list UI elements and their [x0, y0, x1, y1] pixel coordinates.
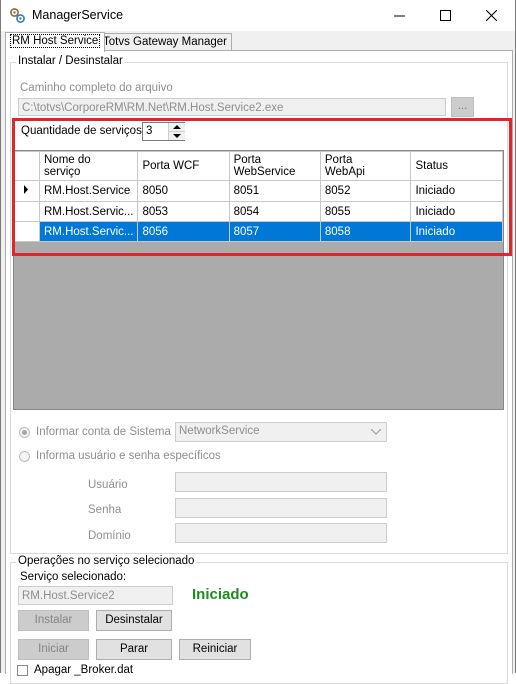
- password-label: Senha: [88, 504, 122, 516]
- chevron-down-icon: [173, 134, 181, 138]
- spin-down-button[interactable]: [168, 132, 185, 140]
- domain-field[interactable]: [175, 523, 387, 543]
- header-line: Nome do: [44, 154, 91, 166]
- spin-up-button[interactable]: [168, 123, 185, 132]
- tab-label: Totvs Gateway Manager: [103, 36, 228, 48]
- qty-spinner[interactable]: 3: [142, 122, 185, 141]
- tab-strip: RM Host Service Totvs Gateway Manager: [1, 31, 515, 52]
- cell-status[interactable]: Iniciado: [410, 201, 503, 222]
- custom-account-label: Informa usuário e senha específicos: [36, 450, 221, 462]
- minimize-icon: [393, 15, 405, 17]
- system-account-value: NetworkService: [179, 425, 260, 437]
- cell-wcf[interactable]: 8056: [137, 221, 230, 242]
- cell-status[interactable]: Iniciado: [410, 221, 503, 242]
- cell-status[interactable]: Iniciado: [410, 180, 503, 202]
- row-header[interactable]: [14, 180, 40, 202]
- browse-button[interactable]: ...: [451, 97, 474, 117]
- corner-header: [14, 151, 40, 181]
- cell-name[interactable]: RM.Host.Servic...: [38, 201, 139, 222]
- chevron-up-icon: [173, 125, 181, 129]
- install-legend: Instalar / Desinstalar: [16, 55, 125, 67]
- maximize-button[interactable]: [422, 0, 468, 31]
- header-line: Porta WCF: [142, 160, 200, 172]
- install-button[interactable]: Instalar: [18, 610, 89, 631]
- user-label: Usuário: [88, 479, 128, 491]
- header-row: Nome do serviço Porta WCF Porta WebService…: [14, 151, 503, 181]
- header-line: Status: [415, 160, 449, 172]
- table-row-selected[interactable]: RM.Host.Servic... 8056 8057 8058 Iniciad…: [14, 221, 503, 242]
- restart-button[interactable]: Reiniciar: [179, 639, 251, 660]
- row-header[interactable]: [14, 221, 40, 242]
- path-label: Caminho completo do arquivo: [20, 82, 173, 94]
- cell-webapi[interactable]: 8058: [319, 221, 412, 242]
- maximize-icon: [439, 10, 451, 21]
- header-line: Porta: [233, 154, 262, 166]
- password-field[interactable]: [175, 498, 387, 518]
- main-window: ManagerService RM Host Service Totvs Gat…: [0, 0, 516, 684]
- system-account-select[interactable]: NetworkService: [175, 422, 387, 442]
- close-button[interactable]: [468, 0, 514, 31]
- header-line: WebApi: [324, 166, 365, 178]
- col-header-name[interactable]: Nome do serviço: [38, 151, 139, 181]
- current-row-arrow-icon: [24, 185, 28, 194]
- tab-label: RM Host Service: [10, 34, 101, 48]
- delete-broker-checkbox[interactable]: [17, 665, 28, 676]
- table-row[interactable]: RM.Host.Service 8050 8051 8052 Iniciado: [14, 180, 503, 202]
- qty-value: 3: [146, 125, 153, 137]
- cell-webservice[interactable]: 8054: [228, 201, 321, 222]
- col-header-webservice[interactable]: Porta WebService: [228, 151, 321, 181]
- title-bar: ManagerService: [1, 0, 515, 31]
- uninstall-button[interactable]: Desinstalar: [96, 610, 172, 631]
- header-line: WebService: [233, 166, 296, 178]
- selected-service-label: Serviço selecionado:: [20, 571, 127, 583]
- service-status-text: Iniciado: [192, 586, 249, 603]
- system-account-label: Informar conta de Sistema: [36, 426, 171, 438]
- chevron-down-icon: [371, 429, 381, 435]
- cell-webapi[interactable]: 8055: [319, 201, 412, 222]
- services-table: Nome do serviço Porta WCF Porta WebService…: [14, 151, 503, 242]
- table-row[interactable]: RM.Host.Servic... 8053 8054 8055 Iniciad…: [14, 201, 503, 222]
- domain-label: Domínio: [88, 530, 131, 542]
- tab-rm-host-service[interactable]: RM Host Service: [5, 32, 106, 52]
- header-line: serviço: [44, 166, 81, 178]
- cell-webservice[interactable]: 8051: [228, 180, 321, 202]
- qty-label: Quantidade de serviços: [21, 125, 142, 137]
- cell-webservice[interactable]: 8057: [228, 221, 321, 242]
- row-header[interactable]: [14, 201, 40, 222]
- window-title: ManagerService: [32, 8, 124, 22]
- services-grid[interactable]: Nome do serviço Porta WCF Porta WebService…: [13, 150, 504, 410]
- path-field[interactable]: C:\totvs\CorporeRM\RM.Net\RM.Host.Servic…: [18, 98, 446, 116]
- cell-wcf[interactable]: 8053: [137, 201, 230, 222]
- selected-service-field[interactable]: RM.Host.Service2: [18, 586, 173, 605]
- operations-legend: Operações no serviço selecionado: [16, 555, 197, 567]
- cell-name[interactable]: RM.Host.Servic...: [38, 221, 139, 242]
- custom-account-radio[interactable]: [19, 451, 30, 462]
- col-header-wcf[interactable]: Porta WCF: [137, 151, 230, 181]
- cell-name[interactable]: RM.Host.Service: [38, 180, 139, 202]
- close-icon: [485, 10, 497, 21]
- system-account-radio[interactable]: [19, 427, 30, 438]
- start-button[interactable]: Iniciar: [18, 639, 89, 660]
- delete-broker-label: Apagar _Broker.dat: [34, 664, 134, 676]
- col-header-webapi[interactable]: Porta WebApi: [319, 151, 412, 181]
- col-header-status[interactable]: Status: [410, 151, 503, 181]
- header-line: Porta: [324, 154, 353, 166]
- cell-wcf[interactable]: 8050: [137, 180, 230, 202]
- gears-app-icon: [10, 8, 25, 23]
- user-field[interactable]: [175, 472, 387, 492]
- stop-button[interactable]: Parar: [96, 639, 172, 660]
- cell-webapi[interactable]: 8052: [319, 180, 412, 202]
- minimize-button[interactable]: [376, 0, 422, 31]
